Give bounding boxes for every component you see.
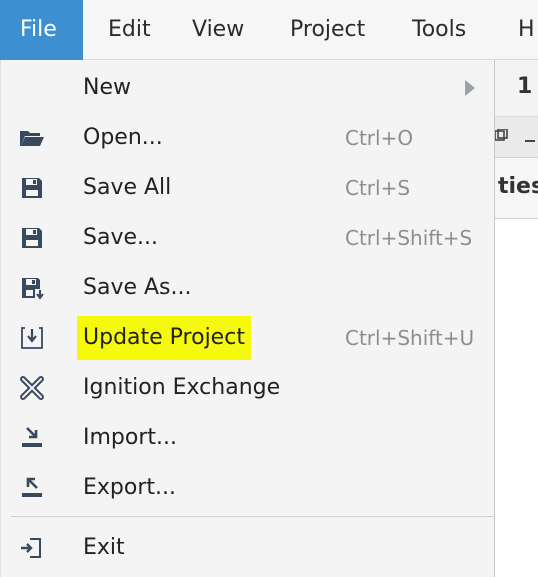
menu-item-open[interactable]: Open... Ctrl+O [1, 113, 495, 163]
export-icon [22, 477, 42, 497]
menu-item-label: Save As... [83, 275, 192, 300]
folder-open-icon [20, 131, 44, 146]
menu-help[interactable]: H [498, 0, 538, 60]
exit-icon [21, 538, 41, 558]
menu-item-label: Open... [83, 125, 163, 150]
exchange-icon [20, 376, 44, 400]
menu-view[interactable]: View [172, 0, 264, 60]
menu-item-label: Export... [83, 475, 176, 500]
menu-item-exit[interactable]: Exit [1, 523, 495, 573]
shortcut-label: Ctrl+S [345, 176, 411, 200]
menu-item-import[interactable]: Import... [1, 413, 495, 463]
shortcut-label: Ctrl+Shift+S [345, 226, 473, 250]
menu-item-label: Exit [83, 535, 125, 560]
menu-item-label: Ignition Exchange [83, 375, 281, 400]
import-icon [22, 427, 42, 447]
menu-item-label: New [83, 75, 131, 100]
background-toolbar: 1 [495, 60, 538, 117]
menu-separator [11, 516, 495, 517]
save-icon [22, 228, 42, 248]
menu-project[interactable]: Project [270, 0, 385, 60]
shortcut-label: Ctrl+Shift+U [345, 326, 475, 350]
file-menu-dropdown: New Open... Ctrl+O Save All Ctrl+S Save.… [0, 60, 495, 577]
menu-item-ignition-exchange[interactable]: Ignition Exchange [1, 363, 495, 413]
menu-item-save-as[interactable]: Save As... [1, 263, 495, 313]
menu-item-save-all[interactable]: Save All Ctrl+S [1, 163, 495, 213]
menu-item-export[interactable]: Export... [1, 463, 495, 513]
menu-item-label: Save... [83, 225, 158, 250]
menu-item-label: Save All [83, 175, 172, 200]
update-project-icon [21, 327, 43, 349]
background-panel-header [495, 117, 538, 158]
shortcut-label: Ctrl+O [345, 126, 414, 150]
background-toolbar-fragment: 1 [517, 74, 533, 99]
background-window: 1 ties [495, 60, 538, 577]
menu-item-label: Update Project [77, 316, 251, 360]
menu-file[interactable]: File [0, 0, 83, 60]
menu-edit[interactable]: Edit [88, 0, 171, 60]
save-all-icon [22, 178, 42, 198]
background-panel-title-fragment: ties [498, 174, 538, 199]
menu-bar: File Edit View Project Tools H [0, 0, 538, 60]
window-controls-icon[interactable] [495, 129, 535, 147]
menu-tools[interactable]: Tools [392, 0, 486, 60]
menu-item-save[interactable]: Save... Ctrl+Shift+S [1, 213, 495, 263]
submenu-arrow-icon [465, 80, 475, 96]
menu-item-update-project[interactable]: Update Project Ctrl+Shift+U [1, 313, 495, 363]
menu-item-label: Import... [83, 425, 177, 450]
background-panel-title: ties [495, 158, 538, 219]
save-as-icon [22, 278, 44, 300]
menu-item-new[interactable]: New [1, 63, 495, 113]
